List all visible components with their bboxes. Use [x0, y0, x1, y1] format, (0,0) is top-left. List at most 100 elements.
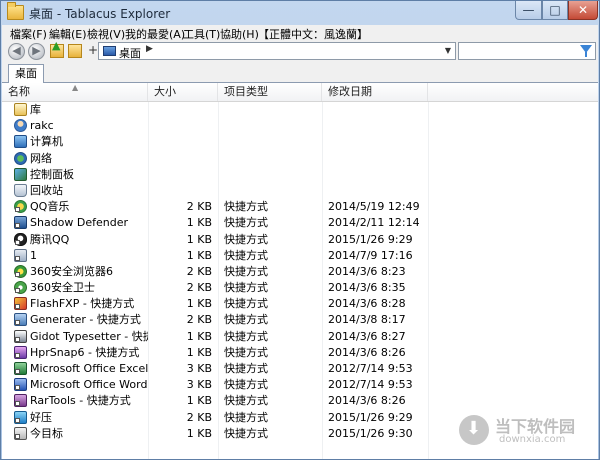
network-icon: [14, 151, 27, 165]
file-size: 2 KB: [186, 264, 212, 278]
file-row[interactable]: Generater - 快捷方式 2 KB 快捷方式 2014/3/8 8:17: [2, 312, 598, 328]
file-size: 1 KB: [186, 216, 212, 230]
file-row[interactable]: HprSnap6 - 快捷方式 1 KB 快捷方式 2014/3/6 8:26: [2, 345, 598, 361]
file-name: 360安全浏览器6: [30, 264, 113, 278]
menu-favorites[interactable]: 我的最愛(A): [125, 26, 185, 42]
forward-button[interactable]: ▶: [28, 43, 45, 60]
file-name: 腾讯QQ: [30, 232, 70, 246]
file-type: [224, 151, 320, 167]
watermark: 当下软件园 downxia.com: [459, 413, 589, 449]
file-size: [148, 151, 212, 167]
file-name: 网络: [30, 151, 52, 165]
file-row[interactable]: rakc: [2, 118, 598, 134]
folder-tree-icon[interactable]: [68, 44, 82, 58]
file-size: 1 KB: [186, 394, 212, 408]
file-date: 2014/2/11 12:14: [328, 216, 420, 230]
file-type: 快捷方式: [224, 329, 268, 343]
file-row[interactable]: 计算机: [2, 134, 598, 150]
file-name: 360安全卫士: [30, 281, 95, 295]
file-row[interactable]: 360安全浏览器6 2 KB 快捷方式 2014/3/6 8:23: [2, 264, 598, 280]
tab-bar: 桌面: [2, 63, 598, 83]
file-row[interactable]: FlashFXP - 快捷方式 1 KB 快捷方式 2014/3/6 8:28: [2, 296, 598, 312]
back-button[interactable]: ◀: [8, 43, 25, 60]
file-date: [328, 167, 438, 183]
file-row[interactable]: RarTools - 快捷方式 1 KB 快捷方式 2014/3/6 8:26: [2, 393, 598, 409]
file-date: [328, 151, 438, 167]
app-icon: [14, 248, 27, 262]
file-size: 1 KB: [186, 426, 212, 440]
360-browser-icon: [14, 264, 27, 278]
file-size: 2 KB: [186, 313, 212, 327]
file-type: 快捷方式: [224, 248, 268, 262]
file-date: 2012/7/14 9:53: [328, 362, 413, 375]
file-name: 控制面板: [30, 167, 74, 181]
file-row[interactable]: QQ音乐 2 KB 快捷方式 2014/5/19 12:49: [2, 199, 598, 215]
file-type: 快捷方式: [224, 216, 268, 230]
file-date: 2014/3/6 8:26: [328, 394, 406, 408]
column-header-size[interactable]: 大小: [148, 83, 218, 101]
file-row[interactable]: 库: [2, 102, 598, 118]
file-type: 快捷方式: [224, 362, 268, 375]
file-list[interactable]: 名称 ▲ 大小 项目类型 修改日期 库 rakc 计算机 网络 控制面板 回收站…: [2, 83, 598, 459]
file-name: Microsoft Office Word ...: [30, 378, 148, 392]
maximize-button[interactable]: □: [542, 1, 568, 20]
up-folder-icon[interactable]: [50, 39, 64, 58]
file-size: 2 KB: [186, 281, 212, 295]
tab-desktop[interactable]: 桌面: [8, 64, 44, 83]
file-row[interactable]: 回收站: [2, 183, 598, 199]
file-row[interactable]: 控制面板: [2, 167, 598, 183]
gidot-icon: [14, 329, 27, 343]
file-type: 快捷方式: [224, 313, 268, 327]
new-tab-button[interactable]: +: [88, 43, 98, 57]
rartools-icon: [14, 394, 27, 408]
file-size: [148, 134, 212, 150]
breadcrumb-arrow-icon[interactable]: ▶: [146, 44, 153, 54]
recycle-bin-icon: [14, 183, 27, 197]
file-row[interactable]: 360安全卫士 2 KB 快捷方式 2014/3/6 8:35: [2, 280, 598, 296]
title-bar[interactable]: 桌面 - Tablacus Explorer — □ ✕: [1, 1, 599, 25]
file-date: 2015/1/26 9:29: [328, 410, 413, 424]
file-name: Gidot Typesetter - 快捷...: [30, 329, 148, 343]
file-date: 2014/3/6 8:26: [328, 345, 406, 359]
file-date: 2014/3/6 8:23: [328, 264, 406, 278]
file-row[interactable]: Microsoft Office Excel 2... 3 KB 快捷方式 2012/…: [2, 361, 598, 377]
file-date: 2015/1/26 9:29: [328, 232, 413, 246]
file-type: 快捷方式: [224, 232, 268, 246]
word-icon: [14, 378, 27, 392]
file-name: 计算机: [30, 135, 63, 149]
file-size: 2 KB: [186, 200, 212, 214]
address-text[interactable]: 桌面: [119, 45, 141, 61]
menu-view[interactable]: 檢視(V): [87, 26, 125, 42]
toolbar: ◀ ▶ + 桌面 ▶ ▼: [2, 39, 598, 63]
menu-file[interactable]: 檔案(F): [10, 26, 47, 42]
column-header-type[interactable]: 项目类型: [218, 83, 322, 101]
minimize-button[interactable]: —: [515, 1, 542, 20]
address-bar[interactable]: 桌面 ▶ ▼: [98, 42, 456, 60]
close-button[interactable]: ✕: [568, 1, 598, 20]
file-name: 库: [30, 103, 41, 116]
file-name: QQ音乐: [30, 200, 70, 214]
file-row[interactable]: 网络: [2, 151, 598, 167]
file-date: 2014/7/9 17:16: [328, 248, 413, 262]
file-type: 快捷方式: [224, 410, 268, 424]
file-row[interactable]: Microsoft Office Word ... 3 KB 快捷方式 2012/7/…: [2, 377, 598, 393]
qq-music-icon: [14, 200, 27, 214]
search-input[interactable]: [458, 42, 596, 60]
column-header-date[interactable]: 修改日期: [322, 83, 428, 101]
file-row[interactable]: Shadow Defender 1 KB 快捷方式 2014/2/11 12:14: [2, 215, 598, 231]
file-row[interactable]: 腾讯QQ 1 KB 快捷方式 2015/1/26 9:29: [2, 232, 598, 248]
file-size: 2 KB: [186, 410, 212, 424]
sort-ascending-icon: ▲: [72, 83, 79, 92]
menu-help[interactable]: 協助(H): [220, 26, 259, 42]
file-type: 快捷方式: [224, 426, 268, 440]
file-name: rakc: [30, 119, 54, 133]
file-row[interactable]: Gidot Typesetter - 快捷... 1 KB 快捷方式 2014/3/6…: [2, 329, 598, 345]
file-type: 快捷方式: [224, 200, 268, 214]
file-row[interactable]: 1 1 KB 快捷方式 2014/7/9 17:16: [2, 248, 598, 264]
download-logo-icon: [459, 415, 489, 445]
column-header-name[interactable]: 名称 ▲: [2, 83, 148, 101]
filter-icon[interactable]: [580, 45, 592, 57]
menu-tools[interactable]: 工具(T): [183, 26, 220, 42]
menu-language[interactable]: 【正體中文：風逸蘭】: [258, 26, 368, 42]
address-dropdown-icon[interactable]: ▼: [445, 46, 451, 55]
